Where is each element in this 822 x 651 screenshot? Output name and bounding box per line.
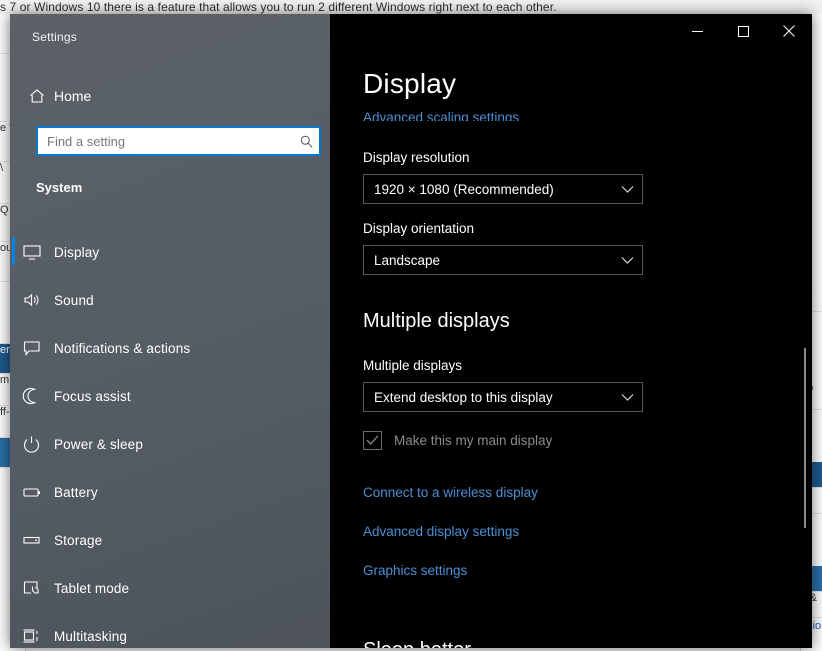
window-controls bbox=[674, 14, 812, 48]
advanced-scaling-settings-link[interactable]: Advanced scaling settings bbox=[363, 110, 519, 121]
sidebar-nav-list: Display Sound Notifications & actions Fo… bbox=[10, 228, 330, 648]
sidebar-item-sound-label: Sound bbox=[54, 292, 94, 308]
chevron-down-icon bbox=[612, 393, 642, 402]
display-orientation-label: Display orientation bbox=[363, 221, 475, 236]
make-main-display-checkbox-row[interactable]: Make this my main display bbox=[363, 431, 552, 450]
speaker-icon bbox=[10, 291, 54, 309]
sidebar-item-storage-label: Storage bbox=[54, 532, 103, 548]
sidebar-item-storage[interactable]: Storage bbox=[10, 516, 330, 564]
sidebar-item-notifications-label: Notifications & actions bbox=[54, 340, 191, 356]
battery-icon bbox=[10, 483, 54, 501]
multiple-displays-dropdown[interactable]: Extend desktop to this display bbox=[363, 382, 643, 412]
page-title: Display bbox=[363, 68, 457, 99]
multitasking-icon bbox=[10, 627, 54, 645]
sidebar-item-tablet-mode-label: Tablet mode bbox=[54, 580, 130, 596]
settings-window: Settings Home System bbox=[10, 14, 812, 648]
sidebar-item-tablet-mode[interactable]: Tablet mode bbox=[10, 564, 330, 612]
sidebar-item-home[interactable]: Home bbox=[10, 80, 330, 112]
sidebar-item-sound[interactable]: Sound bbox=[10, 276, 330, 324]
multiple-displays-heading: Multiple displays bbox=[363, 310, 510, 332]
moon-icon bbox=[10, 387, 54, 405]
search-icon[interactable] bbox=[293, 134, 319, 149]
settings-content-pane: Display Advanced scaling settings Displa… bbox=[330, 14, 812, 648]
sidebar-item-battery[interactable]: Battery bbox=[10, 468, 330, 516]
display-resolution-value: 1920 × 1080 (Recommended) bbox=[374, 181, 554, 197]
search-input[interactable] bbox=[38, 133, 293, 149]
advanced-display-settings-link[interactable]: Advanced display settings bbox=[363, 524, 519, 539]
power-icon bbox=[10, 435, 54, 453]
sidebar-item-home-label: Home bbox=[54, 88, 92, 104]
chevron-down-icon bbox=[612, 256, 642, 265]
sidebar-item-multitasking-label: Multitasking bbox=[54, 628, 128, 644]
connect-wireless-display-link[interactable]: Connect to a wireless display bbox=[363, 485, 538, 500]
search-box[interactable] bbox=[36, 126, 321, 156]
sidebar-item-focus-assist-label: Focus assist bbox=[54, 388, 131, 404]
sidebar-item-battery-label: Battery bbox=[54, 484, 98, 500]
sidebar-item-power-sleep[interactable]: Power & sleep bbox=[10, 420, 330, 468]
sidebar-section-heading: System bbox=[36, 180, 83, 195]
display-orientation-value: Landscape bbox=[374, 252, 441, 268]
content-scrollbar-thumb[interactable] bbox=[804, 348, 806, 528]
tablet-hand-icon bbox=[10, 579, 54, 597]
monitor-icon bbox=[10, 243, 54, 261]
maximize-button[interactable] bbox=[720, 14, 766, 48]
checkbox-icon[interactable] bbox=[363, 431, 382, 450]
window-title: Settings bbox=[32, 30, 77, 44]
display-resolution-label: Display resolution bbox=[363, 150, 470, 165]
sleep-better-heading: Sleep better bbox=[363, 639, 471, 648]
settings-sidebar: Settings Home System bbox=[10, 14, 330, 648]
home-icon bbox=[10, 87, 54, 105]
multiple-displays-label: Multiple displays bbox=[363, 358, 463, 373]
sidebar-item-multitasking[interactable]: Multitasking bbox=[10, 612, 330, 648]
drive-icon bbox=[10, 531, 54, 549]
chevron-down-icon bbox=[612, 185, 642, 194]
graphics-settings-link[interactable]: Graphics settings bbox=[363, 563, 467, 578]
window-title-bar[interactable]: Settings bbox=[10, 14, 330, 56]
selection-indicator bbox=[12, 237, 15, 265]
close-button[interactable] bbox=[766, 14, 812, 48]
make-main-display-label: Make this my main display bbox=[394, 433, 553, 448]
sidebar-item-notifications[interactable]: Notifications & actions bbox=[10, 324, 330, 372]
background-article-text: s 7 or Windows 10 there is a feature tha… bbox=[0, 0, 557, 14]
display-resolution-dropdown[interactable]: 1920 × 1080 (Recommended) bbox=[363, 174, 643, 204]
chat-bubble-icon bbox=[10, 339, 54, 357]
sidebar-item-display[interactable]: Display bbox=[10, 228, 330, 276]
display-orientation-dropdown[interactable]: Landscape bbox=[363, 245, 643, 275]
sidebar-item-focus-assist[interactable]: Focus assist bbox=[10, 372, 330, 420]
sidebar-item-power-sleep-label: Power & sleep bbox=[54, 436, 143, 452]
multiple-displays-value: Extend desktop to this display bbox=[374, 389, 553, 405]
sidebar-item-display-label: Display bbox=[54, 244, 100, 260]
minimize-button[interactable] bbox=[674, 14, 720, 48]
